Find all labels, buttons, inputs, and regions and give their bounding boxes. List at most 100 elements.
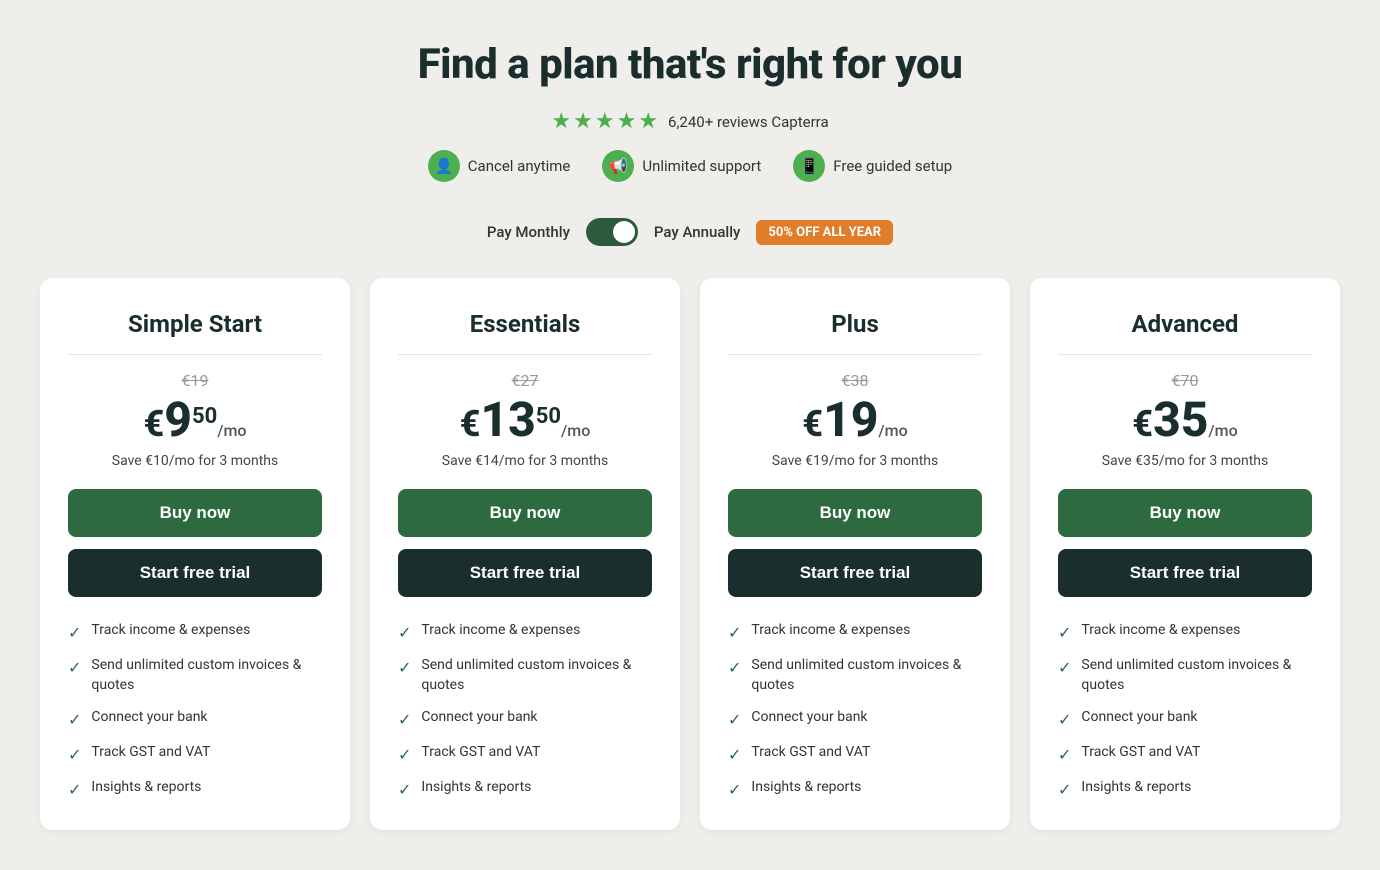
cancel-icon: 👤 bbox=[428, 150, 460, 182]
list-item: ✓Send unlimited custom invoices & quotes bbox=[728, 656, 982, 695]
save-text-advanced: Save €35/mo for 3 months bbox=[1058, 453, 1312, 469]
star-2: ★ bbox=[573, 109, 593, 134]
feature-setup-label: Free guided setup bbox=[833, 157, 952, 175]
price-period-3: /mo bbox=[878, 421, 907, 440]
price-whole-1: 9 bbox=[164, 396, 192, 444]
reviews-text: 6,240+ reviews Capterra bbox=[668, 113, 829, 131]
list-item: ✓Connect your bank bbox=[1058, 708, 1312, 731]
features-list-plus: ✓Track income & expenses ✓Send unlimited… bbox=[728, 621, 982, 802]
feature-support: 📢 Unlimited support bbox=[602, 150, 761, 182]
plan-divider-4 bbox=[1058, 354, 1312, 355]
billing-toggle[interactable] bbox=[586, 218, 638, 246]
buy-button-essentials[interactable]: Buy now bbox=[398, 489, 652, 537]
list-item: ✓Connect your bank bbox=[68, 708, 322, 731]
features-list-simple-start: ✓Track income & expenses ✓Send unlimited… bbox=[68, 621, 322, 802]
plan-name-simple-start: Simple Start bbox=[68, 310, 322, 338]
price-currency-3: € bbox=[802, 403, 823, 445]
price-whole-2: 13 bbox=[480, 396, 535, 444]
buy-button-simple-start[interactable]: Buy now bbox=[68, 489, 322, 537]
list-item: ✓Connect your bank bbox=[398, 708, 652, 731]
star-half: ★ bbox=[638, 109, 658, 134]
check-icon: ✓ bbox=[728, 744, 741, 766]
price-whole-3: 19 bbox=[823, 396, 878, 444]
features-list-advanced: ✓Track income & expenses ✓Send unlimited… bbox=[1058, 621, 1312, 802]
price-decimal-1: 50 bbox=[192, 404, 217, 429]
buy-button-advanced[interactable]: Buy now bbox=[1058, 489, 1312, 537]
feature-cancel-label: Cancel anytime bbox=[468, 157, 571, 175]
list-item: ✓Track income & expenses bbox=[398, 621, 652, 644]
list-item: ✓Connect your bank bbox=[728, 708, 982, 731]
check-icon: ✓ bbox=[728, 622, 741, 644]
original-price-essentials: €27 bbox=[398, 371, 652, 390]
page-title: Find a plan that's right for you bbox=[20, 40, 1360, 89]
price-currency-2: € bbox=[460, 403, 481, 445]
feature-setup: 📱 Free guided setup bbox=[793, 150, 952, 182]
star-4: ★ bbox=[617, 109, 637, 134]
star-rating: ★ ★ ★ ★ ★ bbox=[551, 109, 658, 134]
plan-name-advanced: Advanced bbox=[1058, 310, 1312, 338]
check-icon: ✓ bbox=[728, 657, 741, 679]
price-period-2: /mo bbox=[561, 421, 590, 440]
star-3: ★ bbox=[595, 109, 615, 134]
list-item: ✓Track GST and VAT bbox=[728, 743, 982, 766]
plan-essentials: Essentials €27 € 13 50 /mo Save €14/mo f… bbox=[370, 278, 680, 830]
price-period-4: /mo bbox=[1208, 421, 1237, 440]
check-icon: ✓ bbox=[68, 657, 81, 679]
list-item: ✓Insights & reports bbox=[68, 778, 322, 801]
price-period-1: /mo bbox=[217, 421, 246, 440]
discount-badge: 50% OFF ALL YEAR bbox=[756, 220, 893, 245]
current-price-advanced: € 35 /mo bbox=[1058, 396, 1312, 445]
check-icon: ✓ bbox=[68, 779, 81, 801]
plan-name-essentials: Essentials bbox=[398, 310, 652, 338]
annually-label: Pay Annually bbox=[654, 223, 740, 241]
list-item: ✓Track GST and VAT bbox=[68, 743, 322, 766]
check-icon: ✓ bbox=[728, 709, 741, 731]
save-text-plus: Save €19/mo for 3 months bbox=[728, 453, 982, 469]
save-text-simple-start: Save €10/mo for 3 months bbox=[68, 453, 322, 469]
list-item: ✓Insights & reports bbox=[728, 778, 982, 801]
check-icon: ✓ bbox=[398, 657, 411, 679]
trial-button-essentials[interactable]: Start free trial bbox=[398, 549, 652, 597]
list-item: ✓Send unlimited custom invoices & quotes bbox=[1058, 656, 1312, 695]
list-item: ✓Send unlimited custom invoices & quotes bbox=[398, 656, 652, 695]
plan-advanced: Advanced €70 € 35 /mo Save €35/mo for 3 … bbox=[1030, 278, 1340, 830]
list-item: ✓Send unlimited custom invoices & quotes bbox=[68, 656, 322, 695]
trial-button-advanced[interactable]: Start free trial bbox=[1058, 549, 1312, 597]
plan-simple-start: Simple Start €19 € 9 50 /mo Save €10/mo … bbox=[40, 278, 350, 830]
buy-button-plus[interactable]: Buy now bbox=[728, 489, 982, 537]
features-list-essentials: ✓Track income & expenses ✓Send unlimited… bbox=[398, 621, 652, 802]
list-item: ✓Insights & reports bbox=[398, 778, 652, 801]
price-whole-4: 35 bbox=[1153, 396, 1208, 444]
list-item: ✓Track income & expenses bbox=[68, 621, 322, 644]
trial-button-simple-start[interactable]: Start free trial bbox=[68, 549, 322, 597]
check-icon: ✓ bbox=[728, 779, 741, 801]
check-icon: ✓ bbox=[1058, 744, 1071, 766]
check-icon: ✓ bbox=[1058, 709, 1071, 731]
check-icon: ✓ bbox=[398, 779, 411, 801]
toggle-thumb bbox=[613, 221, 635, 243]
star-1: ★ bbox=[551, 109, 571, 134]
plan-divider-2 bbox=[398, 354, 652, 355]
check-icon: ✓ bbox=[68, 744, 81, 766]
check-icon: ✓ bbox=[1058, 657, 1071, 679]
check-icon: ✓ bbox=[1058, 779, 1071, 801]
setup-icon: 📱 bbox=[793, 150, 825, 182]
feature-support-label: Unlimited support bbox=[642, 157, 761, 175]
current-price-simple-start: € 9 50 /mo bbox=[68, 396, 322, 445]
list-item: ✓Track GST and VAT bbox=[398, 743, 652, 766]
plan-divider-3 bbox=[728, 354, 982, 355]
current-price-essentials: € 13 50 /mo bbox=[398, 396, 652, 445]
plans-container: Simple Start €19 € 9 50 /mo Save €10/mo … bbox=[30, 278, 1350, 830]
check-icon: ✓ bbox=[68, 709, 81, 731]
check-icon: ✓ bbox=[398, 744, 411, 766]
save-text-essentials: Save €14/mo for 3 months bbox=[398, 453, 652, 469]
check-icon: ✓ bbox=[398, 709, 411, 731]
trial-button-plus[interactable]: Start free trial bbox=[728, 549, 982, 597]
current-price-plus: € 19 /mo bbox=[728, 396, 982, 445]
reviews-row: ★ ★ ★ ★ ★ 6,240+ reviews Capterra bbox=[20, 109, 1360, 134]
list-item: ✓Track income & expenses bbox=[1058, 621, 1312, 644]
check-icon: ✓ bbox=[68, 622, 81, 644]
plan-name-plus: Plus bbox=[728, 310, 982, 338]
support-icon: 📢 bbox=[602, 150, 634, 182]
original-price-advanced: €70 bbox=[1058, 371, 1312, 390]
